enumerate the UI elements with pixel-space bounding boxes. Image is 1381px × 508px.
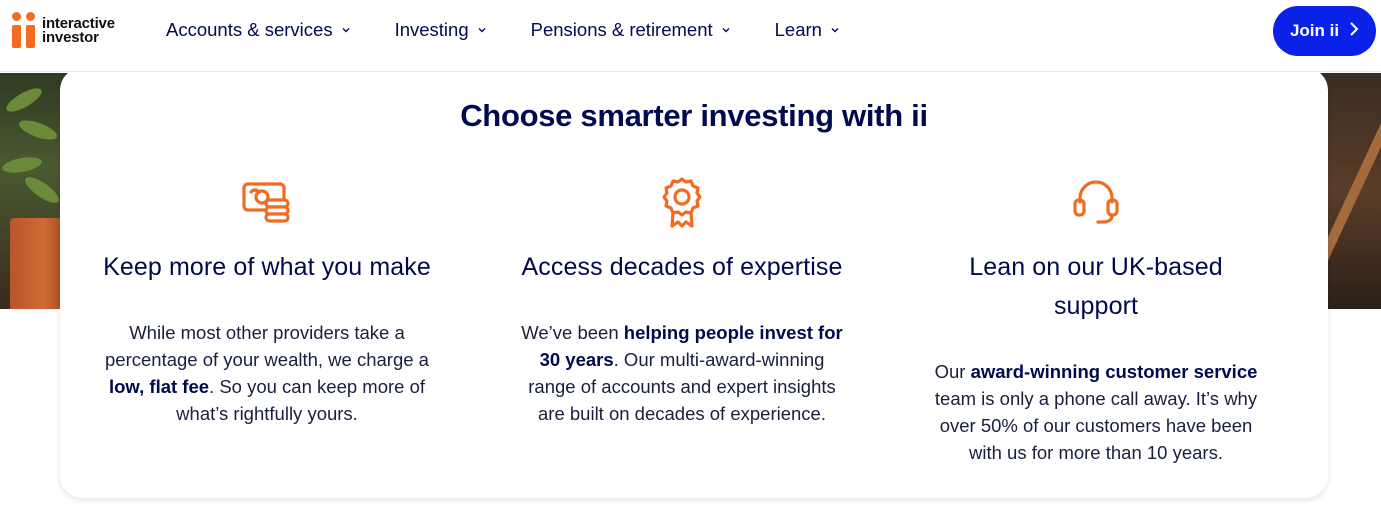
nav-learn[interactable]: Learn xyxy=(775,19,840,41)
feature-heading: Access decades of expertise xyxy=(521,253,843,281)
logo-line-2: investor xyxy=(42,29,99,46)
feature-heading: Keep more of what you make xyxy=(103,253,431,281)
nav-investing[interactable]: Investing xyxy=(395,19,487,41)
feature-text: While most other providers take a percen… xyxy=(105,322,429,424)
nav-accounts-services[interactable]: Accounts & services xyxy=(166,19,351,41)
chevron-down-icon xyxy=(721,25,731,35)
feature-heading: Lean on our UK-based support xyxy=(969,253,1223,320)
chevron-right-icon xyxy=(1349,21,1359,42)
nav-label: Pensions & retirement xyxy=(530,19,713,40)
money-coins-icon xyxy=(242,182,290,223)
headset-icon xyxy=(1073,180,1119,224)
wooden-chair-image xyxy=(1294,73,1381,309)
nav-label: Investing xyxy=(394,19,469,40)
ii-logo-icon xyxy=(12,12,36,50)
award-rosette-icon xyxy=(662,177,702,228)
nav-label: Accounts & services xyxy=(166,19,333,40)
feature-low-fee: Keep more of what you make While most ot… xyxy=(77,176,457,427)
nav-label: Learn xyxy=(774,19,822,40)
section-title: Choose smarter investing with ii xyxy=(460,98,928,133)
features-card: Choose smarter investing with ii Keep mo… xyxy=(60,68,1328,498)
chevron-down-icon xyxy=(477,25,487,35)
nav-pensions-retirement[interactable]: Pensions & retirement xyxy=(531,19,731,41)
chevron-down-icon xyxy=(341,25,351,35)
join-ii-button[interactable]: Join ii xyxy=(1273,6,1376,56)
site-header: interactive investor Accounts & services… xyxy=(0,0,1381,72)
join-label: Join ii xyxy=(1289,21,1340,40)
interactive-investor-logo[interactable]: interactive investor xyxy=(12,12,115,50)
chevron-down-icon xyxy=(830,25,840,35)
logo-wordmark: interactive investor xyxy=(42,16,115,46)
feature-expertise: Access decades of expertise We’ve been h… xyxy=(492,176,872,427)
feature-uk-support: Lean on our UK-based support Our award-w… xyxy=(906,176,1286,466)
feature-text: We’ve been helping people invest for 30 … xyxy=(521,322,843,424)
feature-text: Our award-winning customer service team … xyxy=(934,361,1258,463)
main-nav: Accounts & services Investing Pensions &… xyxy=(166,19,884,41)
